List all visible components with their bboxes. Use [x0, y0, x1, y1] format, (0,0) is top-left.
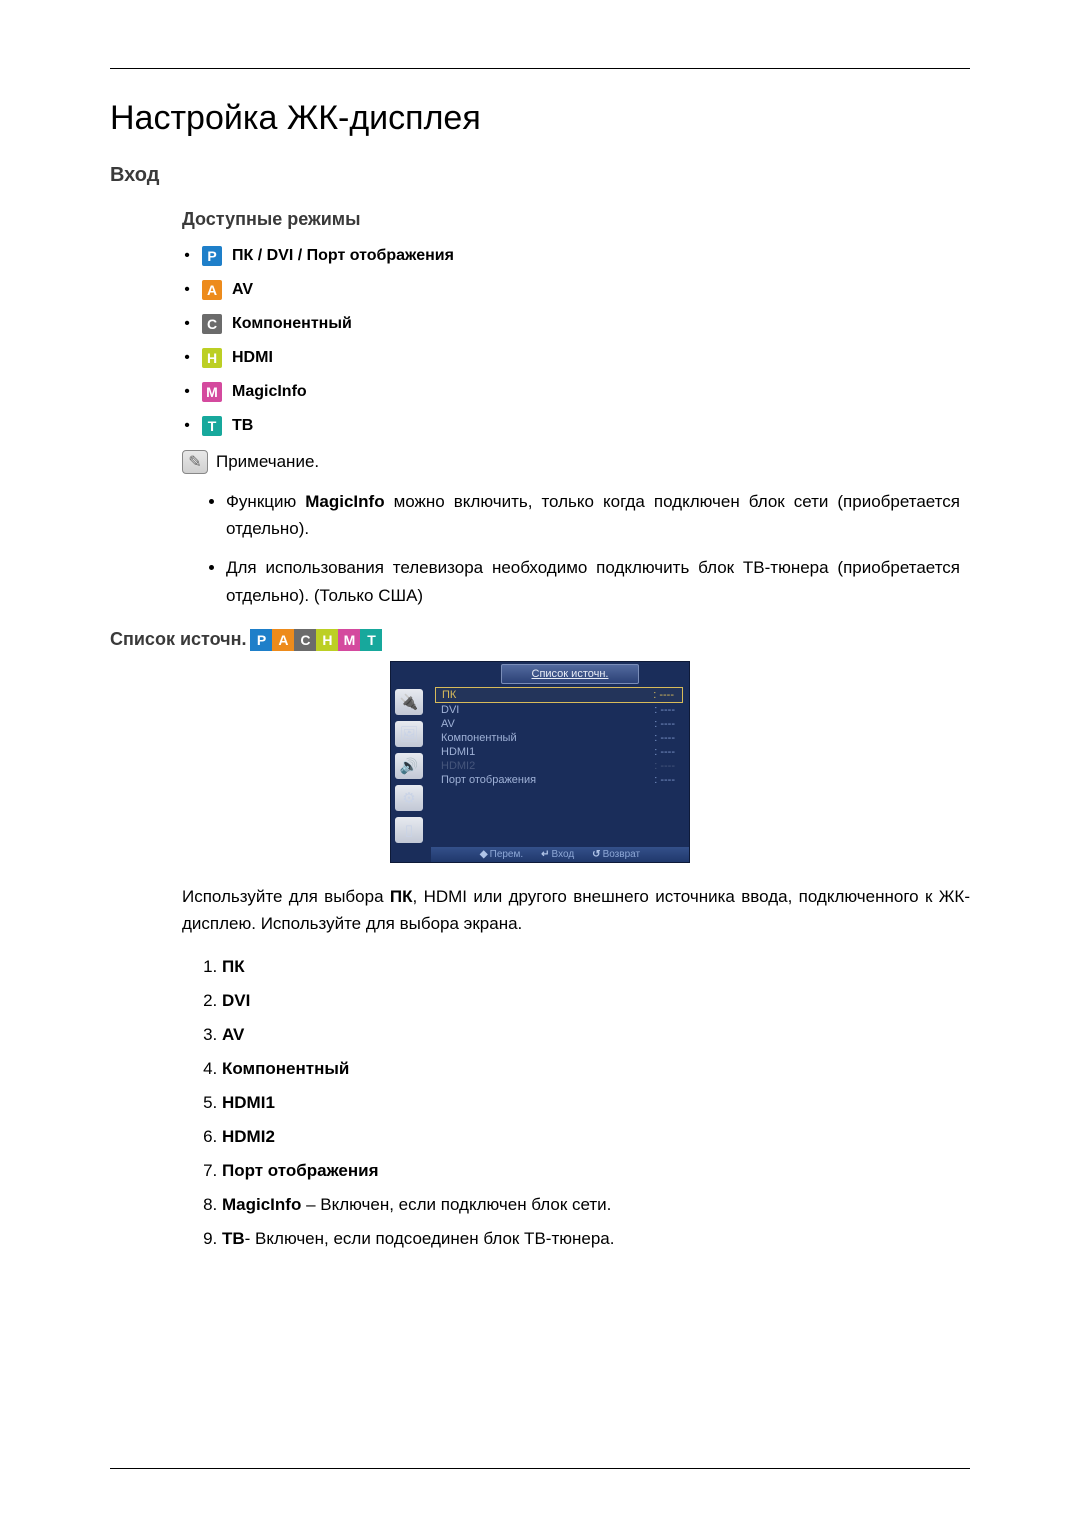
osd-row: HDMI2: ---- [435, 759, 683, 773]
osd-source-list: ПК: ----DVI: ----AV: ----Компонентный: -… [429, 687, 683, 843]
list-item: HDMI1 [222, 1093, 970, 1113]
osd-icon-setup: ⚙ [395, 785, 423, 811]
note-heading: ✎ Примечание. [182, 450, 970, 474]
bottom-rule [110, 1468, 970, 1469]
osd-row: HDMI1: ---- [435, 745, 683, 759]
mode-item: •AAV [182, 280, 970, 300]
osd-row: DVI: ---- [435, 703, 683, 717]
page-title: Настройка ЖК-дисплея [110, 99, 970, 138]
mode-label: AV [232, 281, 253, 299]
mode-item: •MMagicInfo [182, 382, 970, 402]
osd-screenshot: Список источн. 🔌 🖼 🔊 ⚙ ▯ ПК: ----DVI: --… [390, 661, 690, 863]
m-badge-icon: M [338, 629, 360, 651]
section-available-modes: Доступные режимы [182, 209, 970, 230]
notes-list: Функцию MagicInfo можно включить, только… [226, 488, 960, 609]
c-badge-icon: C [202, 314, 222, 334]
mode-item: •CКомпонентный [182, 314, 970, 334]
list-item: ПК [222, 957, 970, 977]
a-badge-icon: A [202, 280, 222, 300]
a-badge-icon: A [272, 629, 294, 651]
osd-row: Компонентный: ---- [435, 731, 683, 745]
c-badge-icon: C [294, 629, 316, 651]
osd-row: ПК: ---- [435, 687, 683, 703]
osd-foot-enter: ↵Вход [541, 849, 574, 860]
osd-icon-sound: 🔊 [395, 753, 423, 779]
osd-row: Порт отображения: ---- [435, 773, 683, 787]
list-item: Порт отображения [222, 1161, 970, 1181]
note-label: Примечание. [216, 452, 319, 472]
h-badge-icon: H [202, 348, 222, 368]
mode-item: •TТВ [182, 416, 970, 436]
mode-label: HDMI [232, 349, 273, 367]
mode-item: •PПК / DVI / Порт отображения [182, 246, 970, 266]
source-list-label: Список источн. [110, 629, 246, 650]
osd-icon-multi: ▯ [395, 817, 423, 843]
osd-foot-return: ↺Возврат [592, 849, 640, 860]
osd-side-icons: 🔌 🖼 🔊 ⚙ ▯ [395, 687, 429, 843]
list-item: HDMI2 [222, 1127, 970, 1147]
top-rule [110, 68, 970, 69]
osd-icon-input: 🔌 [395, 689, 423, 715]
p-badge-icon: P [250, 629, 272, 651]
m-badge-icon: M [202, 382, 222, 402]
list-item: Компонентный [222, 1059, 970, 1079]
mode-label: Компонентный [232, 315, 352, 333]
mode-label: ТВ [232, 417, 253, 435]
note-item: Функцию MagicInfo можно включить, только… [226, 488, 960, 542]
p-badge-icon: P [202, 246, 222, 266]
h-badge-icon: H [316, 629, 338, 651]
list-item: AV [222, 1025, 970, 1045]
mode-label: MagicInfo [232, 383, 307, 401]
pencil-icon: ✎ [182, 450, 208, 474]
source-numbered-list: ПК DVI AV Компонентный HDMI1 HDMI2 Порт отобра… [222, 957, 970, 1249]
list-item: ТВ- Включен, если подсоединен блок ТВ-тю… [222, 1229, 970, 1249]
osd-row: AV: ---- [435, 717, 683, 731]
note-item: Для использования телевизора необходимо … [226, 554, 960, 608]
osd-title: Список источн. [501, 664, 639, 684]
mode-item: •HHDMI [182, 348, 970, 368]
t-badge-icon: T [202, 416, 222, 436]
osd-footer: ◆Перем. ↵Вход ↺Возврат [431, 847, 689, 862]
source-list-heading: Список источн. PACHMT [110, 629, 970, 651]
list-item: MagicInfo – Включен, если подключен блок… [222, 1195, 970, 1215]
source-paragraph: Используйте для выбора ПК, HDMI или друг… [182, 883, 970, 937]
t-badge-icon: T [360, 629, 382, 651]
section-input: Вход [110, 164, 970, 187]
osd-foot-move: ◆Перем. [480, 849, 523, 860]
list-item: DVI [222, 991, 970, 1011]
osd-icon-picture: 🖼 [395, 721, 423, 747]
mode-label: ПК / DVI / Порт отображения [232, 247, 454, 265]
source-badge-strip: PACHMT [250, 629, 382, 651]
modes-list: •PПК / DVI / Порт отображения•AAV•CКомпо… [182, 246, 970, 436]
